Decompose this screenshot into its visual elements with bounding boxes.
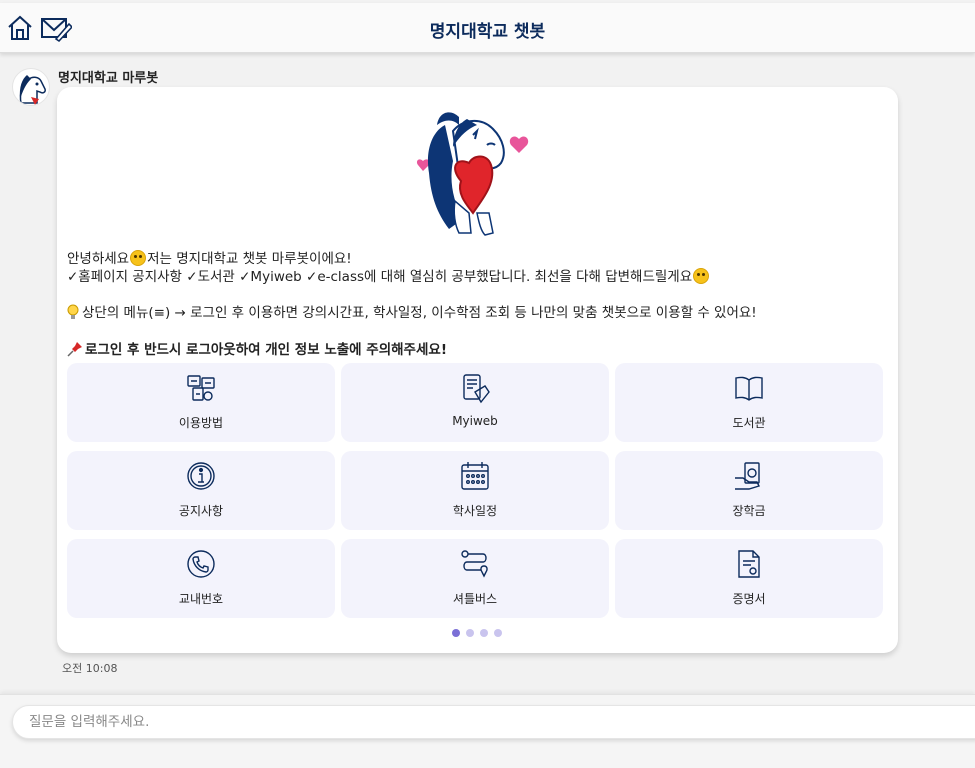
route-icon [461,550,488,578]
chat-area: 명지대학교 마루봇 안녕하세요 저는 명지대학교 챗봇 마루봇이에요! ✓홈페이지… [0,54,975,694]
menu-tile-shuttle[interactable]: 셔틀버스 [341,539,609,618]
money-hand-icon [735,462,760,490]
logout-warning-text: 로그인 후 반드시 로그아웃하여 개인 정보 노출에 주의해주세요! [85,342,447,358]
pagination-dot[interactable] [480,629,488,637]
info-icon [187,462,215,490]
lightbulb-icon [67,304,79,319]
myiweb-icon [463,374,490,404]
menu-tile-library[interactable]: 도서관 [615,363,883,442]
menu-tile-usage[interactable]: 이용방법 [67,363,335,442]
pagination-dot[interactable] [466,629,474,637]
calendar-icon [461,462,489,490]
menu-tip-text: 상단의 메뉴(≡) → 로그인 후 이용하면 강의시간표, 학사일정, 이수학점… [82,305,757,321]
menu-tile-label: 교내번호 [178,592,224,606]
bot-name: 명지대학교 마루봇 [58,71,159,86]
menu-grid: 이용방법 Myiweb 도서관 공지사항 학사일정 장학금 교내번호 셔틀버스 … [67,363,883,619]
menu-tile-certificate[interactable]: 증명서 [615,539,883,618]
phone-icon [187,550,215,578]
top-bar: 명지대학교 챗봇 [0,3,975,53]
menu-tile-scholarship[interactable]: 장학금 [615,451,883,530]
wink-emoji-icon [693,268,710,284]
menu-tile-label: 장학금 [732,504,766,518]
menu-tile-myiweb[interactable]: Myiweb [341,363,609,442]
study-text: ✓홈페이지 공지사항 ✓도서관 ✓Myiweb ✓e-class에 대해 열심히… [67,269,693,285]
menu-tile-phone[interactable]: 교내번호 [67,539,335,618]
horse-mascot-icon [19,75,46,105]
book-icon [735,376,763,401]
menu-tile-label: 도서관 [732,416,766,430]
study-line: ✓홈페이지 공지사항 ✓도서관 ✓Myiweb ✓e-class에 대해 열심히… [67,265,710,285]
page-title: 명지대학교 챗봇 [429,22,546,42]
menu-tile-calendar[interactable]: 학사일정 [341,451,609,530]
message-timestamp: 오전 10:08 [62,662,118,675]
menu-tile-label: 셔틀버스 [452,592,498,606]
input-bar [0,694,975,768]
greeting-line: 안녕하세요 저는 명지대학교 챗봇 마루봇이에요! [67,247,352,267]
pagination-dot[interactable] [494,629,502,637]
pagination-dot[interactable] [452,629,460,637]
menu-tile-label: 증명서 [732,592,766,606]
message-bubble: 안녕하세요 저는 명지대학교 챗봇 마루봇이에요! ✓홈페이지 공지사항 ✓도서관… [57,87,898,653]
menu-tile-label: Myiweb [452,414,498,428]
smile-emoji-icon [130,250,147,266]
usage-guide-icon [187,375,215,401]
menu-tile-label: 이용방법 [178,416,224,430]
pushpin-icon [67,342,82,357]
bot-avatar [12,68,50,106]
horse-heart-mascot-image [416,112,529,236]
question-input[interactable] [12,705,975,739]
menu-tile-label: 학사일정 [452,504,498,518]
logout-warning-line: 로그인 후 반드시 로그아웃하여 개인 정보 노출에 주의해주세요! [67,338,447,358]
menu-tip-line: 상단의 메뉴(≡) → 로그인 후 이용하면 강의시간표, 학사일정, 이수학점… [67,301,757,321]
menu-tile-label: 공지사항 [178,504,224,518]
certificate-icon [738,550,760,578]
menu-tile-notice[interactable]: 공지사항 [67,451,335,530]
